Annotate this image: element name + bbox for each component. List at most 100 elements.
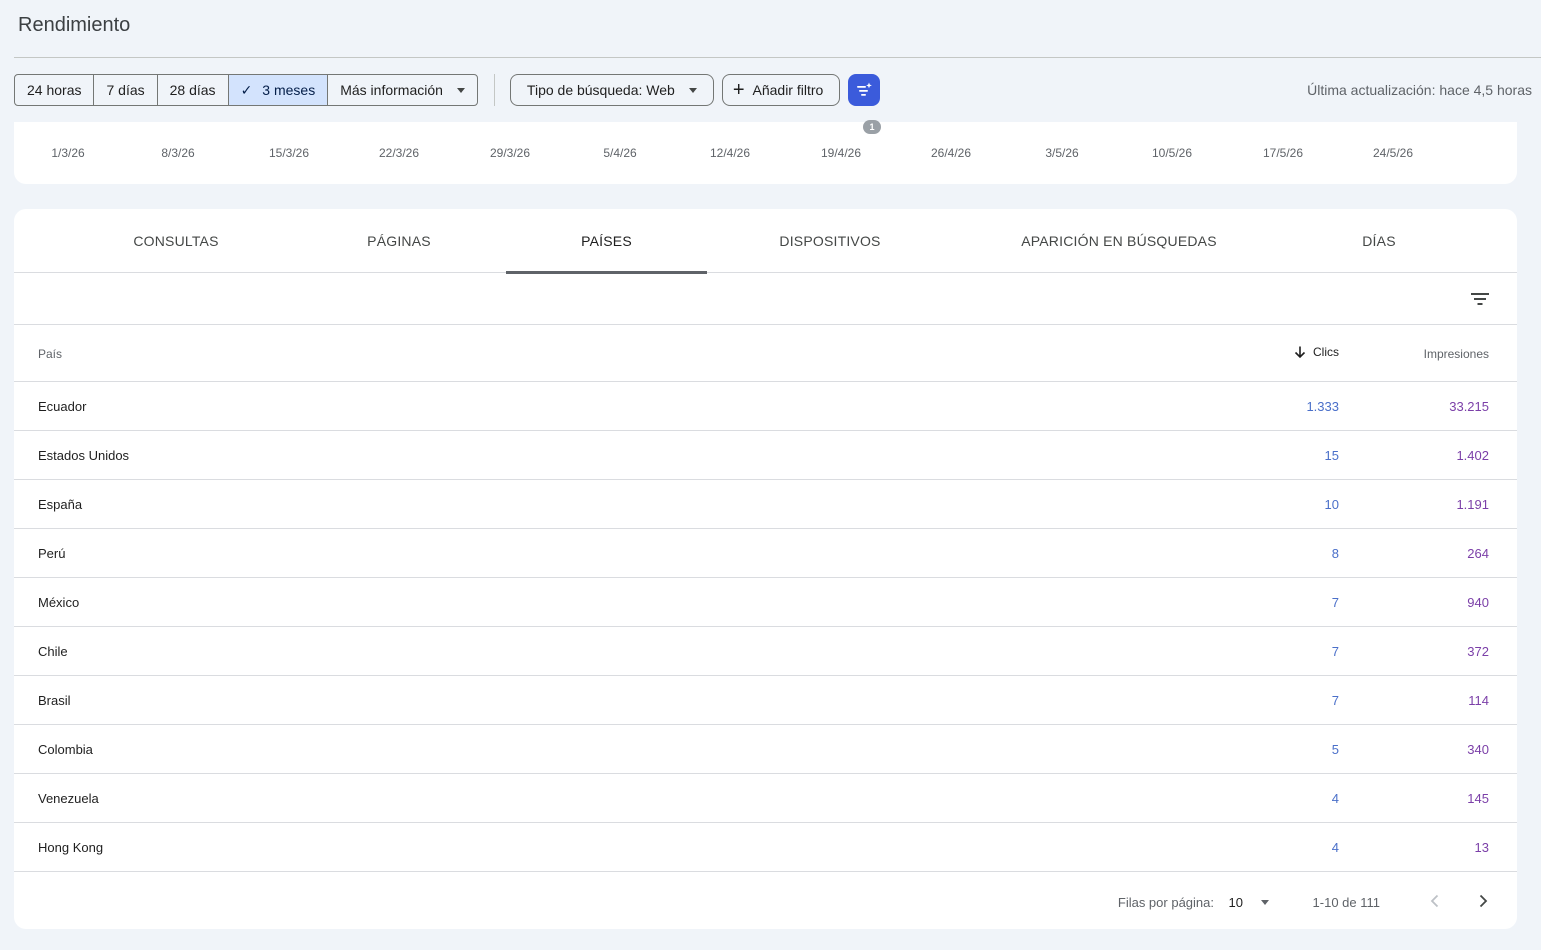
caret-down-icon bbox=[456, 87, 465, 93]
clicks-cell: 1.333 bbox=[1306, 399, 1339, 414]
last-update-text: Última actualización: hace 4,5 horas bbox=[1307, 82, 1532, 98]
x-tick-label: 10/5/26 bbox=[1151, 146, 1193, 160]
table-row[interactable]: Perú 8 264 bbox=[14, 529, 1517, 578]
tab-label: PAÍSES bbox=[581, 233, 632, 249]
table-row[interactable]: Brasil 7 114 bbox=[14, 676, 1517, 725]
tab-aparicion-en-busquedas[interactable]: APARICIÓN EN BÚSQUEDAS bbox=[1004, 209, 1234, 273]
pagination: Filas por página: 10 1-10 de 111 bbox=[14, 873, 1517, 929]
range-7d-button[interactable]: 7 días bbox=[94, 75, 158, 105]
page-title: Rendimiento bbox=[18, 14, 131, 36]
x-tick-label: 29/3/26 bbox=[489, 146, 531, 160]
check-icon: ✓ bbox=[240, 81, 253, 98]
table-row[interactable]: España 10 1.191 bbox=[14, 480, 1517, 529]
clicks-cell: 8 bbox=[1331, 546, 1339, 561]
clicks-cell: 7 bbox=[1331, 693, 1339, 708]
arrow-down-icon bbox=[1294, 346, 1306, 359]
range-label: 3 meses bbox=[262, 82, 316, 98]
date-range-selector: 24 horas 7 días 28 días ✓ 3 meses Más in… bbox=[14, 74, 478, 106]
x-tick-label: 15/3/26 bbox=[268, 146, 310, 160]
table-row[interactable]: Hong Kong 4 13 bbox=[14, 823, 1517, 872]
country-cell: Venezuela bbox=[38, 791, 99, 806]
range-label: 28 días bbox=[169, 82, 216, 98]
x-tick-label: 17/5/26 bbox=[1262, 146, 1304, 160]
rows-per-page-select[interactable]: 10 bbox=[1229, 895, 1269, 910]
filter-sparkle-button[interactable] bbox=[848, 74, 881, 106]
impressions-cell: 145 bbox=[1467, 791, 1489, 806]
chevron-left-icon[interactable] bbox=[1425, 891, 1445, 911]
impressions-cell: 114 bbox=[1468, 693, 1489, 708]
country-cell: Hong Kong bbox=[38, 840, 104, 855]
plus-icon: + bbox=[732, 79, 745, 101]
toolbar: 24 horas 7 días 28 días ✓ 3 meses Más in… bbox=[14, 74, 881, 106]
tab-dias[interactable]: DÍAS bbox=[1339, 209, 1419, 273]
clicks-cell: 7 bbox=[1331, 595, 1339, 610]
impressions-cell: 340 bbox=[1467, 742, 1489, 757]
results-card: CONSULTAS PÁGINAS PAÍSES DISPOSITIVOS AP… bbox=[14, 209, 1517, 929]
table-row[interactable]: Venezuela 4 145 bbox=[14, 774, 1517, 823]
clicks-cell: 5 bbox=[1331, 742, 1339, 757]
filter-sparkle-icon bbox=[857, 82, 873, 96]
more-info-dropdown[interactable]: Más información bbox=[328, 75, 477, 105]
rows-per-page-value: 10 bbox=[1228, 895, 1243, 910]
tab-label: DISPOSITIVOS bbox=[779, 233, 881, 249]
clicks-header-label: Clics bbox=[1313, 345, 1339, 359]
tab-label: CONSULTAS bbox=[133, 233, 219, 249]
tab-paises[interactable]: PAÍSES bbox=[506, 209, 707, 274]
range-24h-button[interactable]: 24 horas bbox=[15, 75, 95, 105]
tab-consultas[interactable]: CONSULTAS bbox=[114, 209, 238, 273]
x-tick-label: 19/4/26 bbox=[820, 146, 862, 160]
table-row[interactable]: México 7 940 bbox=[14, 578, 1517, 627]
clicks-cell: 4 bbox=[1331, 791, 1339, 806]
range-label: 7 días bbox=[106, 82, 145, 98]
search-type-label: Tipo de búsqueda: Web bbox=[526, 82, 675, 98]
more-info-label: Más información bbox=[340, 82, 443, 98]
filter-list-icon[interactable] bbox=[1469, 288, 1491, 310]
annotation-badge[interactable]: 1 bbox=[863, 120, 881, 134]
toolbar-divider bbox=[493, 74, 495, 106]
range-3m-button[interactable]: ✓ 3 meses bbox=[228, 75, 329, 105]
clicks-cell: 10 bbox=[1324, 497, 1339, 512]
tab-label: PÁGINAS bbox=[367, 233, 431, 249]
dimension-tabs: CONSULTAS PÁGINAS PAÍSES DISPOSITIVOS AP… bbox=[14, 209, 1517, 274]
column-header-impressions[interactable]: Impresiones bbox=[1424, 347, 1489, 361]
range-28d-button[interactable]: 28 días bbox=[158, 75, 229, 105]
country-cell: Estados Unidos bbox=[38, 448, 130, 463]
add-filter-button[interactable]: + Añadir filtro bbox=[721, 74, 841, 106]
table-header: País Clics Impresiones bbox=[14, 325, 1517, 382]
table-filter-bar bbox=[14, 273, 1517, 325]
impressions-cell: 372 bbox=[1467, 644, 1489, 659]
range-label: 24 horas bbox=[27, 82, 82, 98]
x-tick-label: 5/4/26 bbox=[603, 146, 637, 160]
impressions-cell: 13 bbox=[1474, 840, 1489, 855]
country-cell: Colombia bbox=[38, 742, 93, 757]
table-row[interactable]: Colombia 5 340 bbox=[14, 725, 1517, 774]
tab-label: APARICIÓN EN BÚSQUEDAS bbox=[1021, 233, 1217, 249]
tab-label: DÍAS bbox=[1362, 233, 1396, 249]
caret-down-icon bbox=[688, 87, 697, 93]
clicks-cell: 15 bbox=[1324, 448, 1339, 463]
tab-paginas[interactable]: PÁGINAS bbox=[344, 209, 454, 273]
impressions-cell: 1.402 bbox=[1456, 448, 1489, 463]
column-header-country[interactable]: País bbox=[38, 347, 62, 361]
x-tick-label: 26/4/26 bbox=[930, 146, 972, 160]
table-body: Ecuador 1.333 33.215 Estados Unidos 15 1… bbox=[14, 382, 1517, 872]
country-cell: México bbox=[38, 595, 80, 610]
x-tick-label: 3/5/26 bbox=[1045, 146, 1079, 160]
tab-dispositivos[interactable]: DISPOSITIVOS bbox=[759, 209, 901, 273]
country-cell: Perú bbox=[38, 546, 66, 561]
chevron-right-icon[interactable] bbox=[1473, 891, 1493, 911]
country-cell: España bbox=[38, 497, 83, 512]
search-type-dropdown[interactable]: Tipo de búsqueda: Web bbox=[509, 74, 714, 106]
x-tick-label: 22/3/26 bbox=[378, 146, 420, 160]
impressions-cell: 1.191 bbox=[1456, 497, 1489, 512]
country-cell: Brasil bbox=[38, 693, 71, 708]
table-row[interactable]: Ecuador 1.333 33.215 bbox=[14, 382, 1517, 431]
clicks-cell: 4 bbox=[1331, 840, 1339, 855]
table-row[interactable]: Chile 7 372 bbox=[14, 627, 1517, 676]
x-tick-label: 8/3/26 bbox=[161, 146, 195, 160]
impressions-cell: 33.215 bbox=[1449, 399, 1489, 414]
x-tick-label: 12/4/26 bbox=[709, 146, 751, 160]
column-header-clicks[interactable]: Clics bbox=[1293, 345, 1339, 359]
impressions-cell: 940 bbox=[1467, 595, 1489, 610]
table-row[interactable]: Estados Unidos 15 1.402 bbox=[14, 431, 1517, 480]
